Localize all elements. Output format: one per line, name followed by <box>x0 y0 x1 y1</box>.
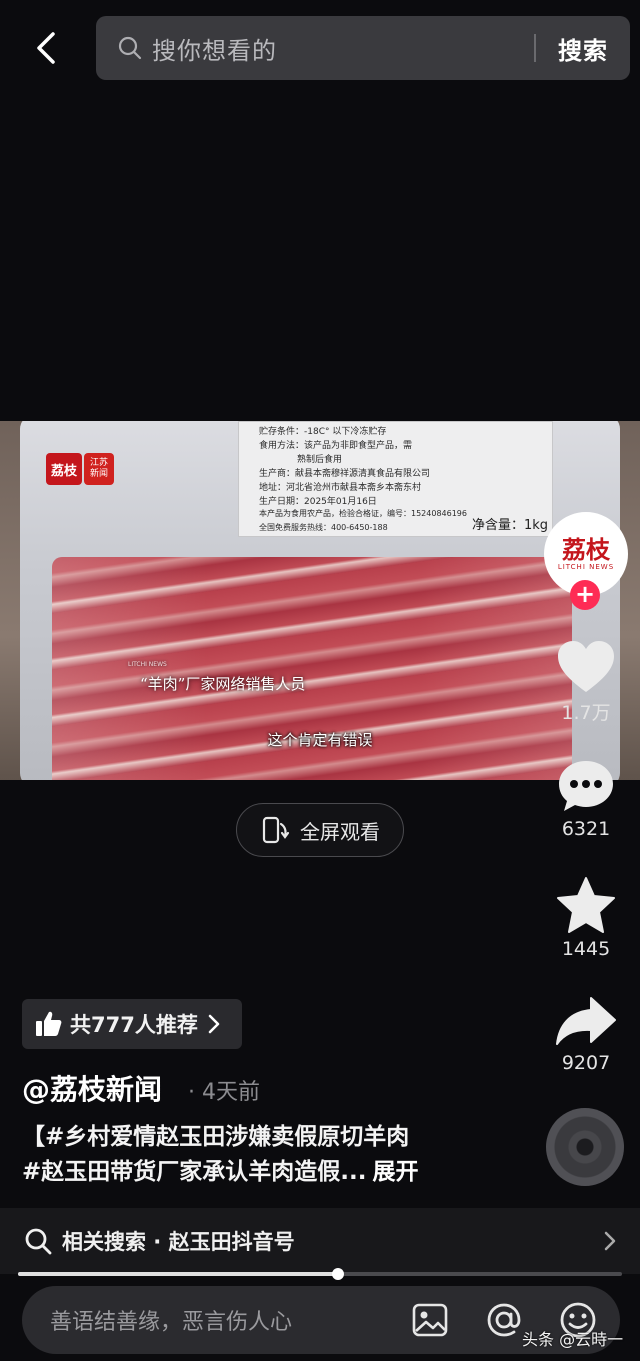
source-watermark: 头条 @云時一 <box>522 1330 624 1349</box>
back-button[interactable] <box>24 24 68 72</box>
like-count: 1.7万 <box>561 702 611 724</box>
search-icon <box>118 35 144 61</box>
caption-line-1: 【#乡村爱情赵玉田涉嫌卖假原切羊肉 <box>22 1124 410 1150</box>
related-search-label: 相关搜索 · 赵玉田抖音号 <box>62 1230 295 1254</box>
label-line: 生产商：献县本斋穆祥源清真食品有限公司 <box>259 469 431 479</box>
caption-line-2-text: #赵玉田带货厂家承认羊肉造假... <box>22 1159 367 1185</box>
label-line: 贮存条件：-18C° 以下冷冻贮存 <box>259 427 387 437</box>
favorite-button[interactable]: 1445 <box>552 876 620 960</box>
search-icon <box>25 1228 52 1255</box>
subtitle-caption: 这个肯定有错误 <box>267 731 373 749</box>
subtitle-name: “羊肉”厂家网络销售人员 <box>140 675 306 693</box>
avatar-text: 荔枝 <box>562 535 610 564</box>
star-icon <box>557 877 615 933</box>
heart-icon <box>558 641 614 692</box>
post-time: · 4天前 <box>188 1080 260 1105</box>
image-icon[interactable] <box>410 1300 450 1340</box>
share-arrow-icon <box>556 997 616 1045</box>
net-weight: 净含量：1kg <box>471 518 548 533</box>
progress-knob[interactable] <box>332 1268 345 1280</box>
comment-button[interactable]: 6321 <box>552 758 620 840</box>
fullscreen-label: 全屏观看 <box>300 819 380 844</box>
chevron-right-icon <box>604 1231 616 1251</box>
label-line: 地址：河北省沧州市献县本斋乡本斋东村 <box>259 483 422 493</box>
avatar-sub: LITCHI NEWS <box>557 563 615 571</box>
video-caption[interactable]: 【#乡村爱情赵玉田涉嫌卖假原切羊肉 #赵玉田带货厂家承认羊肉造假... 展开 <box>22 1120 522 1190</box>
search-button[interactable]: 搜索 <box>558 31 608 66</box>
share-button[interactable]: 9207 <box>552 994 620 1074</box>
caption-line-2: #赵玉田带货厂家承认羊肉造假... 展开 <box>22 1155 522 1190</box>
search-divider <box>534 34 536 62</box>
fullscreen-button[interactable]: 全屏观看 <box>236 803 404 857</box>
package-label: 贮存条件：-18C° 以下冷冻贮存 食用方法：该产品为非即食型产品，需 熟制后食… <box>238 421 553 537</box>
label-line: 全国免费服务热线：400-6450-188 <box>259 523 388 532</box>
thumbs-up-icon <box>36 1011 62 1036</box>
favorite-count: 1445 <box>561 938 611 960</box>
recommend-pill[interactable]: 共777人推荐 <box>22 999 242 1049</box>
recommend-label: 共777人推荐 <box>70 1013 198 1037</box>
comment-input[interactable]: 善语结善缘，恶言伤人心 <box>50 1304 410 1336</box>
rotate-fullscreen-icon <box>262 816 290 844</box>
label-line: 熟制后食用 <box>297 455 343 465</box>
litchi-logo: 荔枝 <box>46 453 82 485</box>
follow-button[interactable]: + <box>570 580 600 610</box>
video-player[interactable]: 贮存条件：-18C° 以下冷冻贮存 食用方法：该产品为非即食型产品，需 熟制后食… <box>0 421 640 780</box>
progress-fill <box>18 1272 339 1276</box>
comment-icon <box>559 761 613 811</box>
label-line: 食用方法：该产品为非即食型产品，需 <box>259 441 413 451</box>
at-icon[interactable] <box>484 1300 524 1340</box>
comment-count: 6321 <box>561 818 611 840</box>
label-line: 本产品为食用农产品，检验合格证，编号：15240846196 <box>259 509 467 518</box>
author-name[interactable]: @荔枝新闻 <box>22 1068 162 1108</box>
related-search[interactable]: 相关搜索 · 赵玉田抖音号 <box>0 1208 640 1274</box>
subtitle-tag: LITCHI NEWS <box>128 661 167 668</box>
music-disc-icon[interactable] <box>546 1108 624 1186</box>
chevron-left-icon <box>37 32 55 64</box>
search-input[interactable]: 搜你想看的 <box>152 31 534 66</box>
jiangsu-news-logo: 江苏 新闻 <box>84 453 114 485</box>
expand-button[interactable]: 展开 <box>372 1159 418 1185</box>
like-button[interactable]: 1.7万 <box>552 640 620 725</box>
video-progress-bar[interactable] <box>18 1268 622 1280</box>
share-count: 9207 <box>561 1052 611 1074</box>
chevron-right-icon <box>208 1014 220 1034</box>
search-bar[interactable]: 搜你想看的 搜索 <box>96 16 630 80</box>
label-line: 生产日期：2025年01月16日 <box>259 497 377 507</box>
